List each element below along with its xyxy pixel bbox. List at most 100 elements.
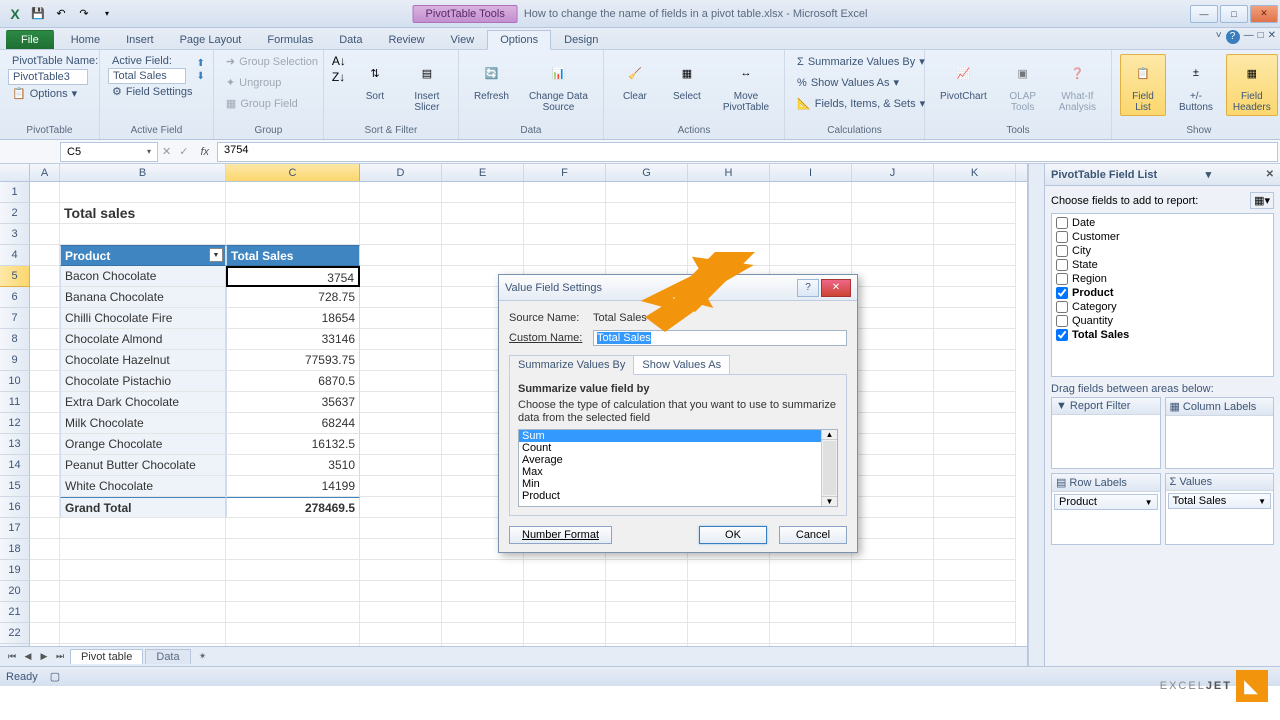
row-header-21[interactable]: 21 xyxy=(0,602,30,623)
field-item-product[interactable]: Product xyxy=(1054,286,1271,300)
cell-F3[interactable] xyxy=(524,224,606,245)
cell-H2[interactable] xyxy=(688,203,770,224)
field-checkbox[interactable] xyxy=(1056,287,1068,299)
tab-nav-first-icon[interactable]: ⏮ xyxy=(4,651,20,662)
cell-A15[interactable] xyxy=(30,476,60,497)
cell-G21[interactable] xyxy=(606,602,688,623)
redo-icon[interactable]: ↷ xyxy=(73,3,95,25)
cell-D10[interactable] xyxy=(360,371,442,392)
cell-D20[interactable] xyxy=(360,581,442,602)
cell-D2[interactable] xyxy=(360,203,442,224)
cell-H22[interactable] xyxy=(688,623,770,644)
cell-I2[interactable] xyxy=(770,203,852,224)
cell-J10[interactable] xyxy=(852,371,934,392)
cell-G20[interactable] xyxy=(606,581,688,602)
cell-F1[interactable] xyxy=(524,182,606,203)
field-list-layout-icon[interactable]: ▦▾ xyxy=(1250,192,1274,209)
sort-desc-icon[interactable]: Z↓ xyxy=(332,70,346,84)
field-item-city[interactable]: City xyxy=(1054,244,1271,258)
cell-H21[interactable] xyxy=(688,602,770,623)
field-list-close-icon[interactable]: ✕ xyxy=(1266,169,1274,180)
cell-F22[interactable] xyxy=(524,623,606,644)
cell-C6[interactable]: 728.75 xyxy=(226,287,360,308)
cell-K6[interactable] xyxy=(934,287,1016,308)
cell-K22[interactable] xyxy=(934,623,1016,644)
fields-items-sets-button[interactable]: 📐 Fields, Items, & Sets ▾ xyxy=(793,96,929,111)
cell-A18[interactable] xyxy=(30,539,60,560)
calc-option-max[interactable]: Max xyxy=(519,466,821,478)
select-all-corner[interactable] xyxy=(0,164,30,181)
cell-A1[interactable] xyxy=(30,182,60,203)
field-item-state[interactable]: State xyxy=(1054,258,1271,272)
cell-D1[interactable] xyxy=(360,182,442,203)
calc-option-average[interactable]: Average xyxy=(519,454,821,466)
row-header-7[interactable]: 7 xyxy=(0,308,30,329)
cell-D8[interactable] xyxy=(360,329,442,350)
row-header-6[interactable]: 6 xyxy=(0,287,30,308)
plus-minus-buttons-button[interactable]: ±+/- Buttons xyxy=(1172,54,1220,116)
field-list-button[interactable]: 📋Field List xyxy=(1120,54,1166,116)
active-field-input[interactable] xyxy=(108,68,186,84)
cell-F21[interactable] xyxy=(524,602,606,623)
cell-J11[interactable] xyxy=(852,392,934,413)
cell-J21[interactable] xyxy=(852,602,934,623)
cell-D17[interactable] xyxy=(360,518,442,539)
cell-B18[interactable] xyxy=(60,539,226,560)
cell-D6[interactable] xyxy=(360,287,442,308)
cell-C21[interactable] xyxy=(226,602,360,623)
cell-J22[interactable] xyxy=(852,623,934,644)
cell-I20[interactable] xyxy=(770,581,852,602)
row-header-22[interactable]: 22 xyxy=(0,623,30,644)
cell-A22[interactable] xyxy=(30,623,60,644)
cell-I19[interactable] xyxy=(770,560,852,581)
cell-B7[interactable]: Chilli Chocolate Fire xyxy=(60,308,226,329)
cell-E3[interactable] xyxy=(442,224,524,245)
cell-B9[interactable]: Chocolate Hazelnut xyxy=(60,350,226,371)
field-item-total-sales[interactable]: Total Sales xyxy=(1054,328,1271,342)
cell-D22[interactable] xyxy=(360,623,442,644)
column-labels-zone[interactable]: ▦Column Labels xyxy=(1165,397,1275,469)
row-header-18[interactable]: 18 xyxy=(0,539,30,560)
row-header-1[interactable]: 1 xyxy=(0,182,30,203)
tab-nav-last-icon[interactable]: ⏭ xyxy=(52,651,68,662)
cell-H20[interactable] xyxy=(688,581,770,602)
field-item-quantity[interactable]: Quantity xyxy=(1054,314,1271,328)
cell-K14[interactable] xyxy=(934,455,1016,476)
close-button[interactable]: ✕ xyxy=(1250,5,1278,23)
tab-page-layout[interactable]: Page Layout xyxy=(167,30,255,49)
field-checkbox[interactable] xyxy=(1056,315,1068,327)
cell-E19[interactable] xyxy=(442,560,524,581)
cell-C5[interactable]: 3754 xyxy=(226,266,360,287)
cell-H4[interactable] xyxy=(688,245,770,266)
cell-A12[interactable] xyxy=(30,413,60,434)
cell-E20[interactable] xyxy=(442,581,524,602)
cell-B16[interactable]: Grand Total xyxy=(60,497,226,518)
maximize-button[interactable]: □ xyxy=(1220,5,1248,23)
col-header-E[interactable]: E xyxy=(442,164,524,181)
cell-K11[interactable] xyxy=(934,392,1016,413)
formula-input[interactable]: 3754 xyxy=(217,142,1278,162)
cell-C2[interactable] xyxy=(226,203,360,224)
cell-B15[interactable]: White Chocolate xyxy=(60,476,226,497)
minimize-ribbon-icon[interactable]: ˅ xyxy=(1216,30,1222,44)
pivottable-name-input[interactable] xyxy=(8,69,88,85)
row-header-13[interactable]: 13 xyxy=(0,434,30,455)
col-header-C[interactable]: C xyxy=(226,164,360,181)
field-item-customer[interactable]: Customer xyxy=(1054,230,1271,244)
options-button[interactable]: 📋 Options ▾ xyxy=(8,86,81,101)
cell-I21[interactable] xyxy=(770,602,852,623)
row-header-5[interactable]: 5 xyxy=(0,266,30,287)
cell-J6[interactable] xyxy=(852,287,934,308)
cell-K16[interactable] xyxy=(934,497,1016,518)
cell-D19[interactable] xyxy=(360,560,442,581)
cell-A5[interactable] xyxy=(30,266,60,287)
cell-I22[interactable] xyxy=(770,623,852,644)
cell-J13[interactable] xyxy=(852,434,934,455)
cell-A14[interactable] xyxy=(30,455,60,476)
cell-B21[interactable] xyxy=(60,602,226,623)
dialog-titlebar[interactable]: Value Field Settings ? ✕ xyxy=(499,275,857,301)
cell-J4[interactable] xyxy=(852,245,934,266)
field-checkbox[interactable] xyxy=(1056,231,1068,243)
cell-A21[interactable] xyxy=(30,602,60,623)
cell-J3[interactable] xyxy=(852,224,934,245)
